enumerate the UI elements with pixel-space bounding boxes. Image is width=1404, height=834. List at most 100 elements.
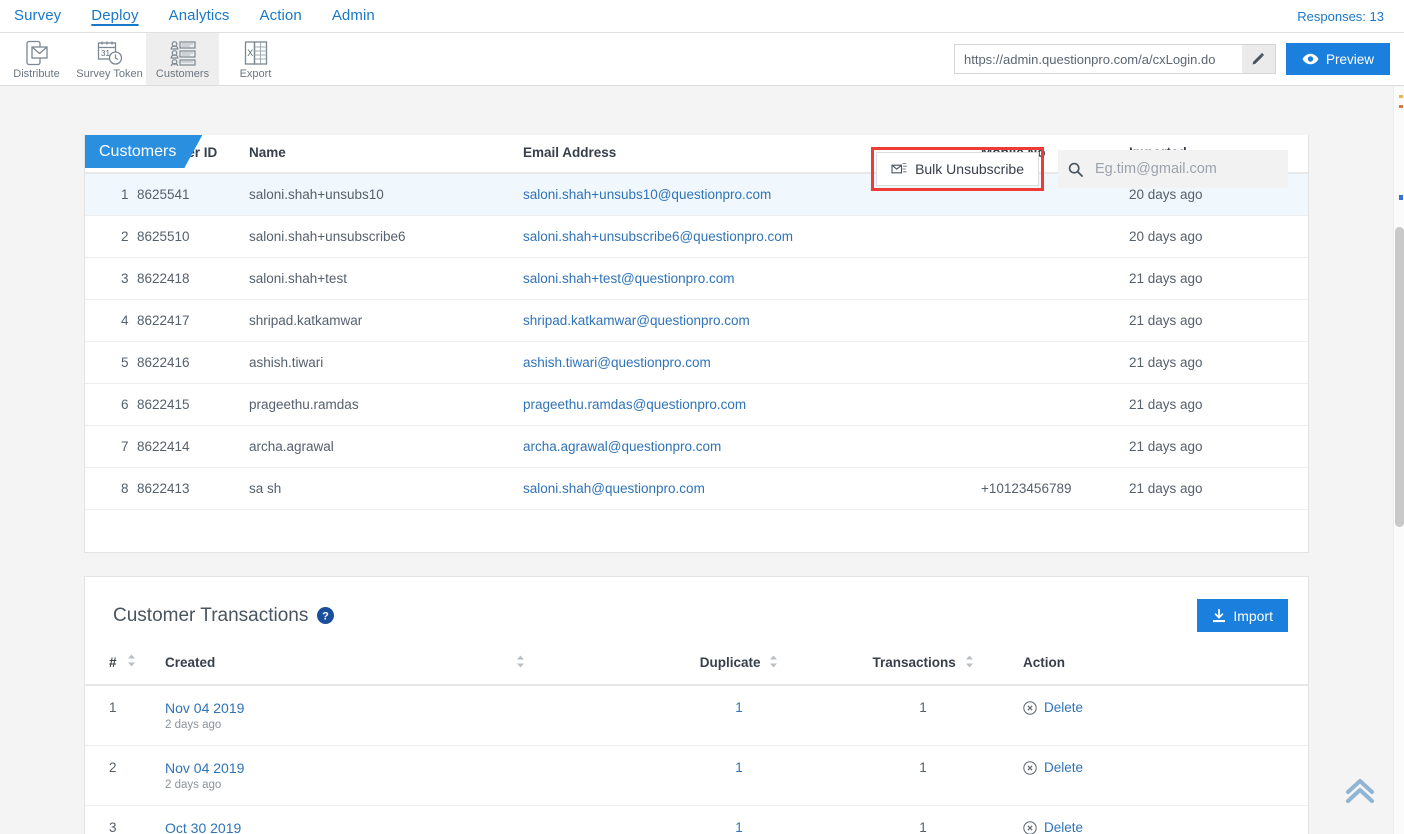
cell-mobile bbox=[981, 384, 1129, 426]
tx-col-header-number[interactable]: # bbox=[85, 648, 127, 685]
delete-label: Delete bbox=[1044, 760, 1083, 775]
scrollbar-thumb[interactable] bbox=[1395, 227, 1404, 527]
cell-email-link[interactable]: saloni.shah+unsubscribe6@questionpro.com bbox=[523, 229, 793, 244]
cell-name: saloni.shah+test bbox=[249, 258, 523, 300]
preview-button[interactable]: Preview bbox=[1286, 43, 1390, 75]
table-row[interactable]: 8 8622413 sa sh saloni.shah@questionpro.… bbox=[85, 468, 1308, 510]
survey-url-box[interactable]: https://admin.questionpro.com/a/cxLogin.… bbox=[954, 44, 1276, 74]
customers-card: Customers bbox=[84, 135, 1309, 553]
tx-date-link[interactable]: Nov 04 2019 bbox=[165, 760, 645, 776]
customers-table: # Customer ID Name Email Address Mobile … bbox=[85, 135, 1308, 510]
bulk-unsubscribe-button[interactable]: Bulk Unsubscribe bbox=[876, 152, 1039, 186]
cell-name: ashish.tiwari bbox=[249, 342, 523, 384]
cell-mobile bbox=[981, 300, 1129, 342]
cell-mobile bbox=[981, 426, 1129, 468]
survey-url-text: https://admin.questionpro.com/a/cxLogin.… bbox=[955, 52, 1242, 67]
tx-col-header-duplicate[interactable]: Duplicate bbox=[645, 648, 833, 685]
table-row[interactable]: 2 Nov 04 2019 2 days ago 1 1 Delete bbox=[85, 746, 1308, 806]
tx-duplicate-value[interactable]: 1 bbox=[735, 820, 743, 834]
toolbar-item-distribute[interactable]: Distribute bbox=[0, 33, 73, 85]
topnav-label-analytics: Analytics bbox=[169, 7, 230, 24]
tx-cell-spacer bbox=[127, 685, 165, 746]
tx-col-header-transactions[interactable]: Transactions bbox=[833, 648, 1013, 685]
table-row[interactable]: 6 8622415 prageethu.ramdas prageethu.ram… bbox=[85, 384, 1308, 426]
tx-date-link[interactable]: Oct 30 2019 bbox=[165, 820, 645, 834]
tx-cell-created: Oct 30 2019 1 week ago bbox=[165, 806, 645, 834]
cell-name: shripad.katkamwar bbox=[249, 300, 523, 342]
topnav-item-survey[interactable]: Survey bbox=[14, 7, 61, 25]
eye-icon bbox=[1302, 53, 1319, 65]
toolbar-label-distribute: Distribute bbox=[13, 68, 59, 80]
pencil-icon[interactable] bbox=[1242, 45, 1275, 73]
svg-text:X: X bbox=[247, 48, 253, 58]
table-row[interactable]: 2 8625510 saloni.shah+unsubscribe6 salon… bbox=[85, 216, 1308, 258]
topnav-item-analytics[interactable]: Analytics bbox=[169, 7, 230, 25]
transactions-title: Customer Transactions bbox=[113, 605, 308, 627]
col-header-name[interactable]: Name bbox=[249, 135, 523, 173]
help-circle-icon[interactable]: ? bbox=[317, 607, 334, 624]
customer-search-box[interactable] bbox=[1058, 150, 1288, 188]
tx-cell-number: 1 bbox=[85, 685, 127, 746]
page-scrollbar[interactable] bbox=[1393, 87, 1404, 834]
deploy-toolbar: Distribute 31 Survey Token bbox=[0, 33, 1404, 86]
sort-arrows-icon bbox=[965, 655, 974, 668]
cell-email-link[interactable]: saloni.shah@questionpro.com bbox=[523, 481, 705, 496]
toolbar-item-survey-token[interactable]: 31 Survey Token bbox=[73, 33, 146, 85]
distribute-icon bbox=[26, 38, 48, 67]
cell-imported: 21 days ago bbox=[1129, 426, 1308, 468]
cell-number: 3 bbox=[85, 258, 137, 300]
cell-imported: 21 days ago bbox=[1129, 342, 1308, 384]
svg-text:?: ? bbox=[322, 611, 329, 623]
tx-date-link[interactable]: Nov 04 2019 bbox=[165, 700, 645, 716]
cell-imported: 20 days ago bbox=[1129, 216, 1308, 258]
tx-col-sort-number[interactable] bbox=[127, 648, 165, 685]
cell-email-link[interactable]: shripad.katkamwar@questionpro.com bbox=[523, 313, 750, 328]
responses-count: Responses: 13 bbox=[1297, 9, 1390, 24]
topnav-item-action[interactable]: Action bbox=[260, 7, 302, 25]
table-row[interactable]: 5 8622416 ashish.tiwari ashish.tiwari@qu… bbox=[85, 342, 1308, 384]
tx-duplicate-value[interactable]: 1 bbox=[735, 700, 743, 715]
top-navigation-bar: Survey Deploy Analytics Action Admin Res… bbox=[0, 0, 1404, 33]
toolbar-item-customers[interactable]: Customers bbox=[146, 33, 219, 85]
cell-email-link[interactable]: saloni.shah+unsubs10@questionpro.com bbox=[523, 187, 771, 202]
cell-customer-id: 8625510 bbox=[137, 216, 249, 258]
tx-cell-number: 3 bbox=[85, 806, 127, 834]
customers-table-body: 1 8625541 saloni.shah+unsubs10 saloni.sh… bbox=[85, 173, 1308, 510]
download-icon bbox=[1212, 609, 1226, 623]
transactions-table-body: 1 Nov 04 2019 2 days ago 1 1 Delete bbox=[85, 685, 1308, 834]
transactions-header: Customer Transactions ? Import bbox=[85, 577, 1308, 648]
cell-mobile bbox=[981, 216, 1129, 258]
page-content: Customers bbox=[0, 87, 1393, 834]
table-row[interactable]: 7 8622414 archa.agrawal archa.agrawal@qu… bbox=[85, 426, 1308, 468]
customers-icon bbox=[170, 38, 196, 67]
customers-tab-flag[interactable]: Customers bbox=[85, 135, 202, 168]
topnav-label-admin: Admin bbox=[332, 7, 375, 24]
delete-button[interactable]: Delete bbox=[1023, 820, 1083, 834]
delete-button[interactable]: Delete bbox=[1023, 760, 1083, 775]
delete-button[interactable]: Delete bbox=[1023, 700, 1083, 715]
cell-name: saloni.shah+unsubscribe6 bbox=[249, 216, 523, 258]
import-button[interactable]: Import bbox=[1197, 599, 1288, 632]
circle-x-icon bbox=[1023, 821, 1037, 834]
tx-col-header-created[interactable]: Created bbox=[165, 648, 645, 685]
cell-customer-id: 8622414 bbox=[137, 426, 249, 468]
table-row[interactable]: 3 8622418 saloni.shah+test saloni.shah+t… bbox=[85, 258, 1308, 300]
customer-search-input[interactable] bbox=[1093, 160, 1278, 178]
tx-duplicate-value[interactable]: 1 bbox=[735, 760, 743, 775]
cell-email-link[interactable]: ashish.tiwari@questionpro.com bbox=[523, 355, 711, 370]
table-row[interactable]: 3 Oct 30 2019 1 week ago 1 1 Delete bbox=[85, 806, 1308, 834]
scroll-to-top-button[interactable] bbox=[1345, 778, 1375, 804]
customer-transactions-card: Customer Transactions ? Import bbox=[84, 576, 1309, 834]
topnav-item-admin[interactable]: Admin bbox=[332, 7, 375, 25]
import-label: Import bbox=[1233, 608, 1273, 624]
cell-email-link[interactable]: archa.agrawal@questionpro.com bbox=[523, 439, 721, 454]
sort-arrows-icon bbox=[516, 655, 525, 668]
topnav-item-deploy[interactable]: Deploy bbox=[91, 7, 138, 25]
toolbar-label-customers: Customers bbox=[156, 68, 209, 80]
cell-email-link[interactable]: saloni.shah+test@questionpro.com bbox=[523, 271, 734, 286]
table-row[interactable]: 1 Nov 04 2019 2 days ago 1 1 Delete bbox=[85, 685, 1308, 746]
survey-url-group: https://admin.questionpro.com/a/cxLogin.… bbox=[954, 33, 1404, 85]
toolbar-item-export[interactable]: X Export bbox=[219, 33, 292, 85]
table-row[interactable]: 4 8622417 shripad.katkamwar shripad.katk… bbox=[85, 300, 1308, 342]
cell-email-link[interactable]: prageethu.ramdas@questionpro.com bbox=[523, 397, 746, 412]
